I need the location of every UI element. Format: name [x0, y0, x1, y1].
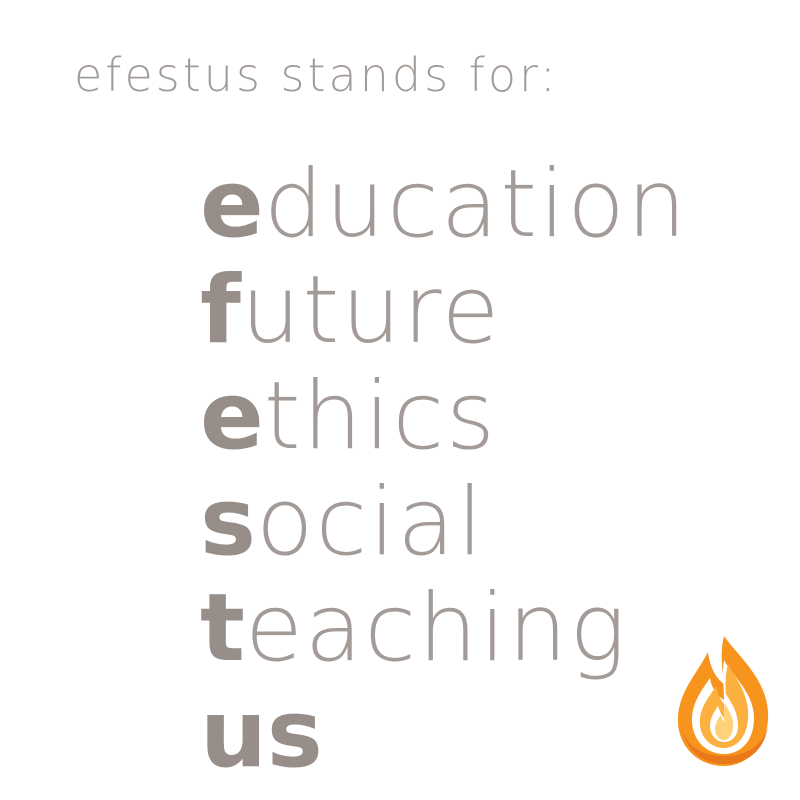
acrostic-initial: e [200, 362, 264, 471]
acrostic-rest: eaching [244, 574, 628, 683]
acrostic-line-social: social [200, 470, 688, 576]
acrostic-rest: thics [263, 362, 497, 471]
heading: efestus stands for: [74, 48, 559, 102]
flame-icon [677, 636, 769, 766]
acrostic-line-education: education [200, 152, 688, 258]
acrostic-rest: ducation [263, 150, 689, 259]
acrostic-rest: uture [240, 256, 502, 365]
acrostic-line-ethics: ethics [200, 364, 688, 470]
acrostic-rest: ocial [255, 468, 485, 577]
acrostic-line-future: future [200, 258, 688, 364]
acrostic-line-us: us [200, 682, 688, 788]
acrostic-list: education future ethics social teaching … [200, 152, 688, 788]
acrostic-initial: t [200, 574, 245, 683]
acrostic-initial: us [200, 680, 323, 789]
acrostic-initial: s [200, 468, 256, 577]
acrostic-initial: f [200, 256, 241, 365]
acrostic-line-teaching: teaching [200, 576, 688, 682]
acrostic-initial: e [200, 150, 264, 259]
